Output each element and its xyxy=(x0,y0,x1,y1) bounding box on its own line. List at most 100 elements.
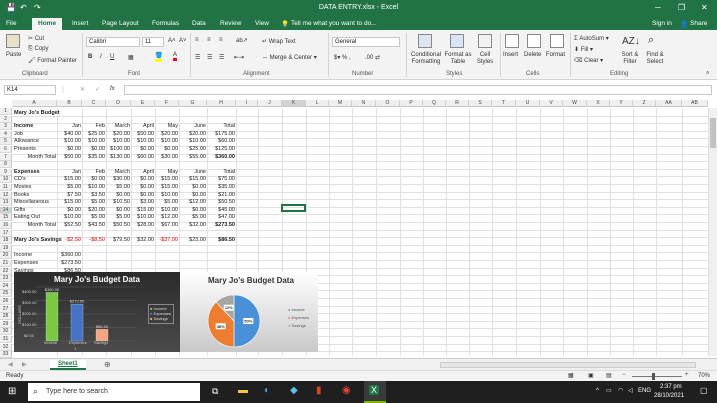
value-cell[interactable]: $130.00 xyxy=(108,154,130,161)
value-cell[interactable]: $12.00 xyxy=(157,214,178,221)
value-cell[interactable]: $32.00 xyxy=(181,222,206,229)
column-header[interactable]: H xyxy=(207,100,236,107)
value-cell[interactable]: $10.00 xyxy=(133,214,154,221)
column-header[interactable]: A xyxy=(12,100,57,107)
value-cell[interactable]: $15.00 xyxy=(157,176,178,183)
cell-styles-button[interactable]: Cell Styles xyxy=(474,52,496,66)
value-cell[interactable]: $10.50 xyxy=(108,199,130,206)
file-explorer-icon[interactable]: ▬ xyxy=(238,385,248,396)
formula-input[interactable] xyxy=(124,85,712,95)
value-cell[interactable]: $55.00 xyxy=(181,154,206,161)
clear-button[interactable]: ⌫ Clear ▾ xyxy=(574,57,603,64)
autosum-button[interactable]: Σ AutoSum ▾ xyxy=(574,35,609,42)
row-header[interactable]: 15 xyxy=(0,214,12,222)
language-indicator[interactable]: ENG xyxy=(638,388,651,394)
confirm-entry-icon[interactable]: ✓ xyxy=(95,86,100,93)
currency-icon[interactable]: $▾ % , xyxy=(334,54,351,61)
row-label-cell[interactable]: Income xyxy=(14,123,56,130)
value-cell[interactable]: $360.00 xyxy=(59,252,81,259)
value-cell[interactable]: $15.00 xyxy=(181,176,206,183)
tell-me-box[interactable]: Tell me what you want to do... xyxy=(291,20,377,27)
row-header[interactable]: 27 xyxy=(0,305,12,313)
value-cell[interactable]: $35.00 xyxy=(209,184,235,191)
value-cell[interactable]: $20.00 xyxy=(157,131,178,138)
paste-button[interactable]: Paste xyxy=(6,52,21,58)
tab-view[interactable]: View xyxy=(255,20,269,27)
row-header[interactable]: 5 xyxy=(0,138,12,146)
value-cell[interactable]: $5.00 xyxy=(108,184,130,191)
bold-button[interactable]: B xyxy=(88,54,92,60)
value-cell[interactable]: $15.00 xyxy=(59,199,81,206)
row-label-cell[interactable]: Miscellaneous xyxy=(14,199,56,206)
value-cell[interactable]: June xyxy=(181,123,206,130)
add-sheet-icon[interactable]: ⊕ xyxy=(104,360,111,369)
value-cell[interactable]: -$37.00 xyxy=(157,237,178,244)
conditional-formatting-icon[interactable] xyxy=(418,34,432,48)
wrap-text-button[interactable]: ↵ Wrap Text xyxy=(262,38,296,45)
windows-start-icon[interactable]: ⊞ xyxy=(8,386,16,397)
value-cell[interactable]: $125.00 xyxy=(209,146,235,153)
column-header[interactable]: J xyxy=(258,100,282,107)
value-cell[interactable]: $28.00 xyxy=(133,222,154,229)
row-label-cell[interactable]: Job xyxy=(14,131,56,138)
tab-data[interactable]: Data xyxy=(192,20,206,27)
value-cell[interactable]: $360.00 xyxy=(209,154,235,161)
value-cell[interactable]: $0.00 xyxy=(133,146,154,153)
row-header[interactable]: 22 xyxy=(0,267,12,275)
row-label-cell[interactable]: Expenses xyxy=(14,169,56,176)
value-cell[interactable]: Total xyxy=(209,169,235,176)
row-header[interactable]: 32 xyxy=(0,343,12,351)
value-cell[interactable]: $175.00 xyxy=(209,131,235,138)
font-name-select[interactable]: Calibri xyxy=(86,37,140,47)
horizontal-scrollbar[interactable] xyxy=(440,362,696,368)
fill-color-icon[interactable]: 🪣 xyxy=(155,52,163,62)
row-header[interactable]: 28 xyxy=(0,313,12,321)
row-header[interactable]: 14 xyxy=(0,206,12,214)
paste-icon[interactable] xyxy=(6,34,20,48)
row-header[interactable]: 6 xyxy=(0,146,12,153)
value-cell[interactable]: $7.50 xyxy=(59,192,81,199)
close-icon[interactable]: ✕ xyxy=(701,3,708,12)
column-header[interactable]: R xyxy=(446,100,469,107)
value-cell[interactable]: $50.50 xyxy=(108,222,130,229)
share-icon[interactable]: 👤 xyxy=(680,20,688,28)
value-cell[interactable]: $12.00 xyxy=(181,199,206,206)
tray-chevron-icon[interactable]: ^ xyxy=(596,388,599,394)
column-header[interactable]: Q xyxy=(423,100,446,107)
borders-icon[interactable]: ▦ xyxy=(128,54,134,61)
format-painter-button[interactable]: 🖌 Format Painter xyxy=(28,57,77,64)
value-cell[interactable]: $0.00 xyxy=(157,146,178,153)
value-cell[interactable]: Feb xyxy=(84,123,105,130)
tab-review[interactable]: Review xyxy=(220,20,241,27)
row-header[interactable]: 24 xyxy=(0,282,12,290)
value-cell[interactable]: $0.00 xyxy=(59,207,81,214)
row-header[interactable]: 31 xyxy=(0,336,12,343)
edge-icon[interactable]: ◐ xyxy=(264,385,270,396)
row-header[interactable]: 11 xyxy=(0,184,12,191)
align-bottom-icon[interactable]: ≡ xyxy=(219,37,223,43)
tab-file[interactable]: File xyxy=(6,20,16,27)
align-center-icon[interactable]: ☰ xyxy=(207,54,212,61)
value-cell[interactable]: $67.00 xyxy=(157,222,178,229)
column-header[interactable]: D xyxy=(106,100,131,107)
sign-in-link[interactable]: Sign in xyxy=(652,20,672,27)
page-layout-icon[interactable]: ▣ xyxy=(588,372,594,379)
column-header[interactable]: N xyxy=(352,100,376,107)
column-header[interactable]: Z xyxy=(633,100,656,107)
value-cell[interactable]: $0.00 xyxy=(181,184,206,191)
value-cell[interactable]: $0.00 xyxy=(84,176,105,183)
value-cell[interactable]: $0.00 xyxy=(108,207,130,214)
column-header[interactable]: M xyxy=(329,100,352,107)
value-cell[interactable]: March xyxy=(108,123,130,130)
value-cell[interactable]: $15.00 xyxy=(157,184,178,191)
value-cell[interactable]: $50.00 xyxy=(133,131,154,138)
row-header[interactable]: 18 xyxy=(0,237,12,245)
scroll-thumb[interactable] xyxy=(710,118,716,148)
indent-icon[interactable]: ⇤⇥ xyxy=(234,54,244,61)
value-cell[interactable]: Feb xyxy=(84,169,105,176)
font-size-select[interactable]: 11 xyxy=(142,37,164,47)
row-header[interactable]: 23 xyxy=(0,275,12,283)
task-view-icon[interactable]: ⧉ xyxy=(212,386,218,397)
tab-home[interactable]: Home xyxy=(32,18,63,30)
copy-button[interactable]: ⎘ Copy xyxy=(28,46,49,53)
